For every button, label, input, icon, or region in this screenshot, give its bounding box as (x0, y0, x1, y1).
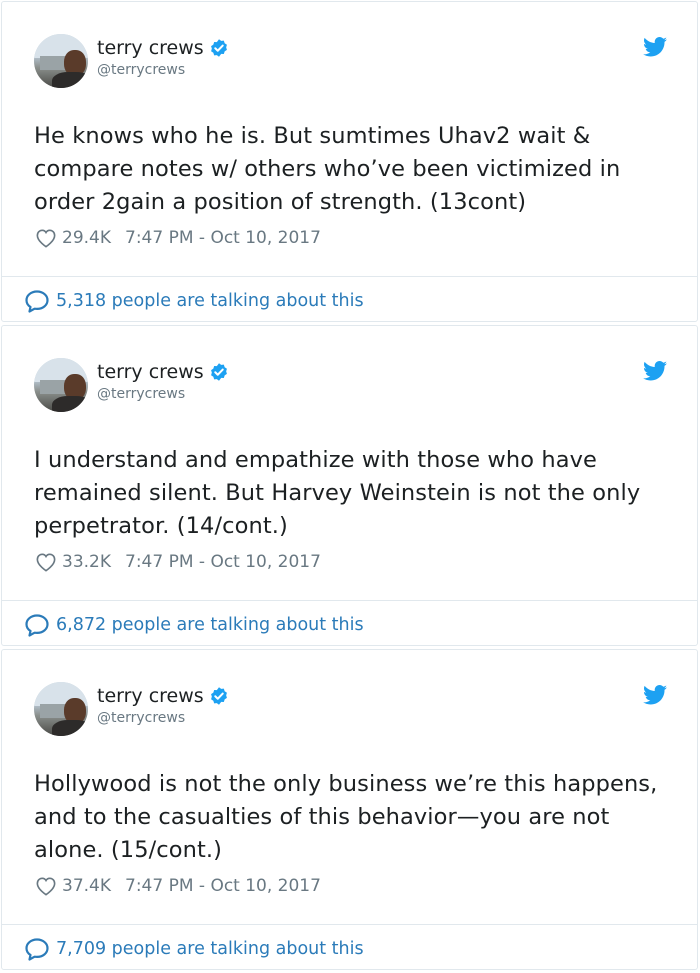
author-name[interactable]: terry crews (97, 361, 204, 383)
author-row: terry crews (97, 360, 229, 384)
conversation-link[interactable]: 7,709 people are talking about this (24, 937, 364, 961)
conversation-link[interactable]: 5,318 people are talking about this (24, 289, 364, 313)
author-row: terry crews (97, 36, 229, 60)
tweet-meta: 37.4K 7:47 PM - Oct 10, 2017 (35, 874, 321, 898)
tweet-footer: 7,709 people are talking about this (2, 924, 697, 970)
tweet-footer: 6,872 people are talking about this (2, 600, 697, 646)
conversation-link[interactable]: 6,872 people are talking about this (24, 613, 364, 637)
verified-badge-icon (210, 363, 227, 381)
tweet-text: I understand and empathize with those wh… (34, 447, 641, 539)
verified-badge-icon (210, 687, 227, 705)
talking-count[interactable]: 7,709 people are talking about this (56, 939, 364, 959)
author-name[interactable]: terry crews (97, 37, 204, 59)
tweet-meta: 29.4K 7:47 PM - Oct 10, 2017 (35, 226, 321, 250)
twitter-bird-icon[interactable] (643, 37, 667, 57)
heart-icon[interactable] (35, 876, 57, 896)
twitter-bird-icon[interactable] (643, 361, 667, 381)
like-count[interactable]: 37.4K (62, 876, 111, 896)
tweet-text: He knows who he is. But sumtimes Uhav2 w… (34, 123, 621, 215)
talking-count[interactable]: 5,318 people are talking about this (56, 291, 364, 311)
speech-bubble-icon (25, 290, 49, 313)
verified-badge-icon (210, 39, 227, 57)
timestamp[interactable]: 7:47 PM - Oct 10, 2017 (125, 228, 321, 248)
tweet-card[interactable]: terry crews @terrycrews Hollywood is not… (1, 649, 698, 970)
heart-icon[interactable] (35, 552, 57, 572)
tweet-body: terry crews @terrycrews I understand and… (2, 326, 697, 600)
avatar[interactable] (34, 682, 88, 736)
twitter-bird-icon[interactable] (643, 685, 667, 705)
avatar-shoulder (52, 396, 88, 412)
avatar[interactable] (34, 34, 88, 88)
like-count[interactable]: 33.2K (62, 552, 111, 572)
avatar-shoulder (52, 72, 88, 88)
like-count[interactable]: 29.4K (62, 228, 111, 248)
tweet-footer: 5,318 people are talking about this (2, 276, 697, 322)
heart-icon[interactable] (35, 228, 57, 248)
speech-bubble-icon (25, 614, 49, 637)
tweet-card[interactable]: terry crews @terrycrews I understand and… (1, 325, 698, 646)
tweet-body: terry crews @terrycrews Hollywood is not… (2, 650, 697, 924)
avatar-shoulder (52, 720, 88, 736)
author-handle[interactable]: @terrycrews (97, 62, 185, 78)
speech-bubble-icon (25, 938, 49, 961)
author-name[interactable]: terry crews (97, 685, 204, 707)
timestamp[interactable]: 7:47 PM - Oct 10, 2017 (125, 552, 321, 572)
tweet-text: Hollywood is not the only business we’re… (34, 771, 658, 863)
talking-count[interactable]: 6,872 people are talking about this (56, 615, 364, 635)
author-row: terry crews (97, 684, 229, 708)
author-handle[interactable]: @terrycrews (97, 710, 185, 726)
author-handle[interactable]: @terrycrews (97, 386, 185, 402)
avatar[interactable] (34, 358, 88, 412)
tweet-body: terry crews @terrycrews He knows who he … (2, 2, 697, 276)
tweet-card[interactable]: terry crews @terrycrews He knows who he … (1, 1, 698, 322)
timestamp[interactable]: 7:47 PM - Oct 10, 2017 (125, 876, 321, 896)
tweet-meta: 33.2K 7:47 PM - Oct 10, 2017 (35, 550, 321, 574)
